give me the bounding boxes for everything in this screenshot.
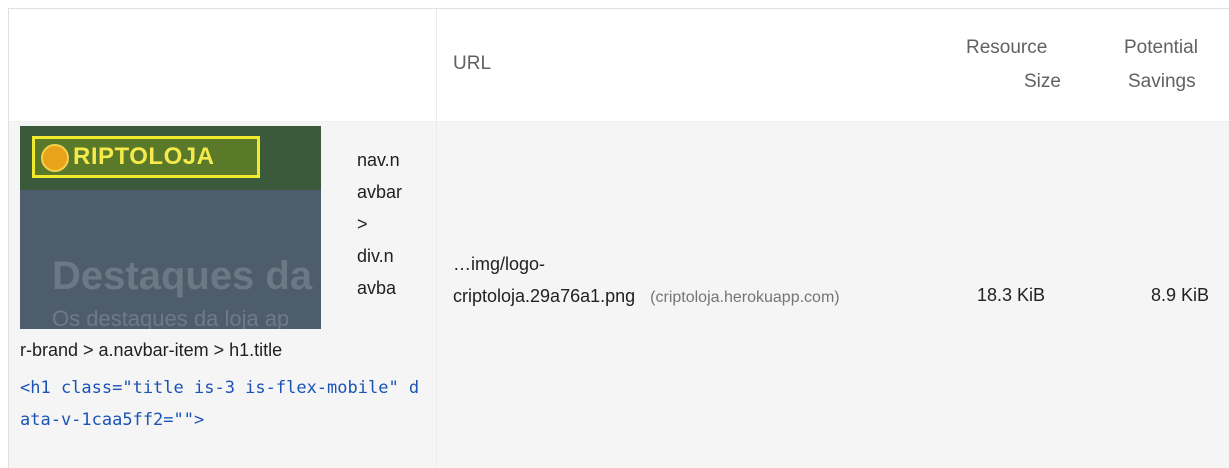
potential-savings-header-line1: Potential xyxy=(1124,37,1198,58)
url-column-header: URL xyxy=(453,53,492,74)
resource-size-header-line2: Size xyxy=(1024,71,1061,92)
selector-part: nav.n xyxy=(357,150,400,170)
node-selector-wrapped: nav.n avbar > div.n avba xyxy=(357,144,433,304)
selector-part: > xyxy=(357,214,368,234)
coin-icon xyxy=(41,144,69,172)
column-divider xyxy=(436,9,437,468)
node-selector-tail: r-brand > a.navbar-item > h1.title xyxy=(20,340,283,360)
potential-savings-header-line2: Savings xyxy=(1128,71,1196,92)
element-screenshot-thumbnail: RIPTOLOJA Destaques da l Os destaques da… xyxy=(20,126,321,329)
url-path-line1: …img/logo- xyxy=(453,254,546,274)
node-snippet[interactable]: <h1 class="title is-3 is-flex-mobile" da… xyxy=(20,372,425,436)
url-path-line2: criptoloja.29a76a1.png xyxy=(453,286,636,306)
selector-part: avba xyxy=(357,278,397,298)
selector-part: avbar xyxy=(357,182,403,202)
table-header: URL Resource Size Potential Savings xyxy=(9,9,1229,122)
url-origin: (criptoloja.herokuapp.com) xyxy=(650,289,840,306)
thumbnail-heading: Destaques da l xyxy=(52,254,321,298)
potential-savings-value: 8.9 KiB xyxy=(1151,285,1210,305)
resource-size-value: 18.3 KiB xyxy=(977,285,1046,305)
thumbnail-subheading: Os destaques da loja ap xyxy=(52,306,290,329)
criptoloja-logo: RIPTOLOJA xyxy=(32,136,260,178)
logo-text: RIPTOLOJA xyxy=(73,143,215,170)
url-path-line2-wrap: criptoloja.29a76a1.png (criptoloja.herok… xyxy=(453,280,943,314)
resource-size-header-line1: Resource xyxy=(966,37,1048,58)
selector-part: div.n xyxy=(357,246,394,266)
resource-url[interactable]: …img/logo- criptoloja.29a76a1.png (cript… xyxy=(453,248,943,314)
